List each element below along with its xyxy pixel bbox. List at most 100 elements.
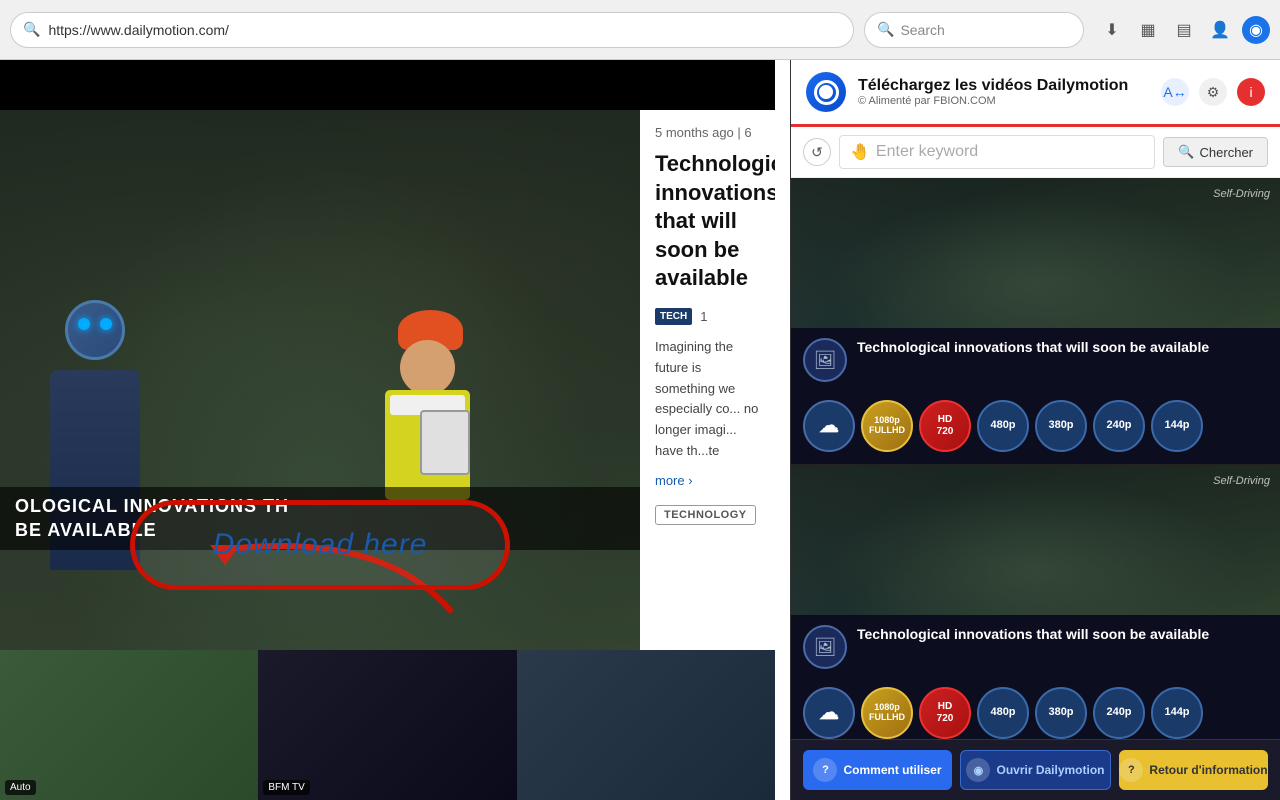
robot-head: [65, 300, 125, 360]
ext-quality-row-2: ☁ 1080pFULLHD HD720 480p 380p 240p 144p: [791, 679, 1280, 739]
comment-utiliser-button[interactable]: ? Comment utiliser: [803, 750, 952, 790]
ext-video-item-2: Self-Driving 🖼 Technological innovations…: [791, 465, 1280, 739]
retour-icon: ?: [1119, 758, 1143, 782]
reading-mode-icon[interactable]: ▤: [1170, 16, 1198, 44]
quality-1080p-1[interactable]: 1080pFULLHD: [861, 400, 913, 452]
channel-info: TECH 1: [655, 308, 760, 325]
browser-search-bar[interactable]: 🔍 Search: [864, 12, 1084, 48]
video-player[interactable]: OLOGICAL INNOVATIONS TH BE AVAILABLE Dow…: [0, 110, 640, 650]
ouvrir-label: Ouvrir Dailymotion: [996, 763, 1104, 777]
extension-title: Téléchargez les vidéos Dailymotion: [858, 77, 1149, 95]
quality-720p-1[interactable]: HD720: [919, 400, 971, 452]
comment-label: Comment utiliser: [843, 763, 941, 777]
car-label-2: Self-Driving: [1213, 475, 1270, 487]
thumb-item-3[interactable]: [517, 650, 775, 800]
search-icon-ext: 🔍: [1178, 144, 1194, 160]
article-meta: 5 months ago | 6: [655, 125, 760, 140]
quality-380p-2[interactable]: 380p: [1035, 687, 1087, 739]
bottom-thumbnails: Auto BFM TV: [0, 650, 775, 800]
chercher-label: Chercher: [1200, 145, 1253, 160]
car-interior-2: [791, 465, 1280, 615]
ext-video-icon-1: 🖼: [803, 338, 847, 382]
quality-144p-2[interactable]: 144p: [1151, 687, 1203, 739]
ext-video-info-2: 🖼 Technological innovations that will so…: [791, 615, 1280, 679]
bookmarks-icon[interactable]: ▦: [1134, 16, 1162, 44]
car-label-1: Self-Driving: [1213, 188, 1270, 200]
quality-1080p-2[interactable]: 1080pFULLHD: [861, 687, 913, 739]
video-section: OLOGICAL INNOVATIONS TH BE AVAILABLE Dow…: [0, 110, 775, 650]
ext-quality-row-1: ☁ 1080pFULLHD HD720 480p 380p 240p 144p: [791, 392, 1280, 464]
profile-icon[interactable]: 👤: [1206, 16, 1234, 44]
extension-panel: Téléchargez les vidéos Dailymotion © Ali…: [790, 60, 1280, 800]
ext-video-thumb-2: Self-Driving: [791, 465, 1280, 615]
gear-icon[interactable]: ⚙: [1199, 78, 1227, 106]
thumb-bg-1: Self-Driving: [791, 178, 1280, 328]
quality-480p-2[interactable]: 480p: [977, 687, 1029, 739]
article-sidebar: 5 months ago | 6 Technological innovatio…: [640, 110, 775, 650]
chrome-toolbar-icons: ⬇ ▦ ▤ 👤 ◉: [1098, 16, 1270, 44]
thumb-bg-2: Self-Driving: [791, 465, 1280, 615]
ouvrir-icon: ◉: [966, 758, 990, 782]
article-text: Imagining the future is something we esp…: [655, 337, 760, 462]
thumb-badge-2: BFM TV: [263, 780, 309, 795]
retour-label: Retour d'information: [1149, 763, 1267, 777]
main-content: OLOGICAL INNOVATIONS TH BE AVAILABLE Dow…: [0, 60, 1280, 800]
extension-video-list: Self-Driving 🖼 Technological innovations…: [791, 178, 1280, 739]
quality-480p-1[interactable]: 480p: [977, 400, 1029, 452]
channel-num: 1: [700, 309, 707, 324]
refresh-button[interactable]: ↺: [803, 138, 831, 166]
keyword-placeholder: Enter keyword: [876, 143, 978, 161]
ext-video-title-1: Technological innovations that will soon…: [857, 338, 1268, 358]
comment-icon: ?: [813, 758, 837, 782]
thumb-item-1[interactable]: Auto: [0, 650, 258, 800]
retour-information-button[interactable]: ? Retour d'information: [1119, 750, 1268, 790]
thumb-badge-1: Auto: [5, 780, 36, 795]
quality-240p-2[interactable]: 240p: [1093, 687, 1145, 739]
extension-logo: [806, 72, 846, 112]
worker-head: [400, 340, 455, 395]
site-header: [0, 60, 775, 110]
thumb-item-2[interactable]: BFM TV: [258, 650, 516, 800]
quality-cloud-1[interactable]: ☁: [803, 400, 855, 452]
url-text: https://www.dailymotion.com/: [48, 22, 229, 38]
ouvrir-dailymotion-button[interactable]: ◉ Ouvrir Dailymotion: [960, 750, 1111, 790]
extension-icon[interactable]: ◉: [1242, 16, 1270, 44]
translate-icon[interactable]: A↔: [1161, 78, 1189, 106]
browser-chrome: 🔍 https://www.dailymotion.com/ 🔍 Search …: [0, 0, 1280, 60]
search-icon-chrome: 🔍: [877, 21, 894, 38]
read-more-link[interactable]: more: [655, 473, 693, 488]
technology-tag[interactable]: TECHNOLOGY: [655, 505, 756, 525]
chercher-button[interactable]: 🔍 Chercher: [1163, 137, 1268, 167]
quality-720p-2[interactable]: HD720: [919, 687, 971, 739]
quality-240p-1[interactable]: 240p: [1093, 400, 1145, 452]
extension-subtitle: © Alimenté par FBION.COM: [858, 95, 1149, 107]
ext-video-item-1: Self-Driving 🖼 Technological innovations…: [791, 178, 1280, 465]
search-label: Search: [900, 22, 944, 38]
search-icon: 🔍: [23, 21, 40, 38]
ext-video-info-1: 🖼 Technological innovations that will so…: [791, 328, 1280, 392]
ext-video-thumb-1: Self-Driving: [791, 178, 1280, 328]
extension-header: Téléchargez les vidéos Dailymotion © Ali…: [791, 60, 1280, 127]
extension-title-area: Téléchargez les vidéos Dailymotion © Ali…: [858, 77, 1149, 107]
article-title: Technological innovations that will soon…: [655, 150, 760, 293]
download-icon[interactable]: ⬇: [1098, 16, 1126, 44]
address-bar[interactable]: 🔍 https://www.dailymotion.com/: [10, 12, 854, 48]
video-background: OLOGICAL INNOVATIONS TH BE AVAILABLE Dow…: [0, 110, 640, 650]
keyword-emoji: 🤚: [850, 142, 870, 162]
quality-cloud-2[interactable]: ☁: [803, 687, 855, 739]
ext-video-title-2: Technological innovations that will soon…: [857, 625, 1268, 645]
keyword-input[interactable]: 🤚 Enter keyword: [839, 135, 1155, 169]
ext-video-icon-2: 🖼: [803, 625, 847, 669]
worker-tablet: [420, 410, 470, 475]
extension-header-icons: A↔ ⚙ i: [1161, 78, 1265, 106]
extension-logo-inner: [814, 80, 839, 105]
download-overlay[interactable]: Download here: [130, 500, 510, 590]
quality-144p-1[interactable]: 144p: [1151, 400, 1203, 452]
quality-380p-1[interactable]: 380p: [1035, 400, 1087, 452]
info-icon[interactable]: i: [1237, 78, 1265, 106]
extension-bottom-bar: ? Comment utiliser ◉ Ouvrir Dailymotion …: [791, 739, 1280, 800]
page-content: OLOGICAL INNOVATIONS TH BE AVAILABLE Dow…: [0, 60, 775, 800]
car-interior-1: [791, 178, 1280, 328]
extension-search-row: ↺ 🤚 Enter keyword 🔍 Chercher: [791, 127, 1280, 178]
download-label: Download here: [213, 528, 428, 562]
